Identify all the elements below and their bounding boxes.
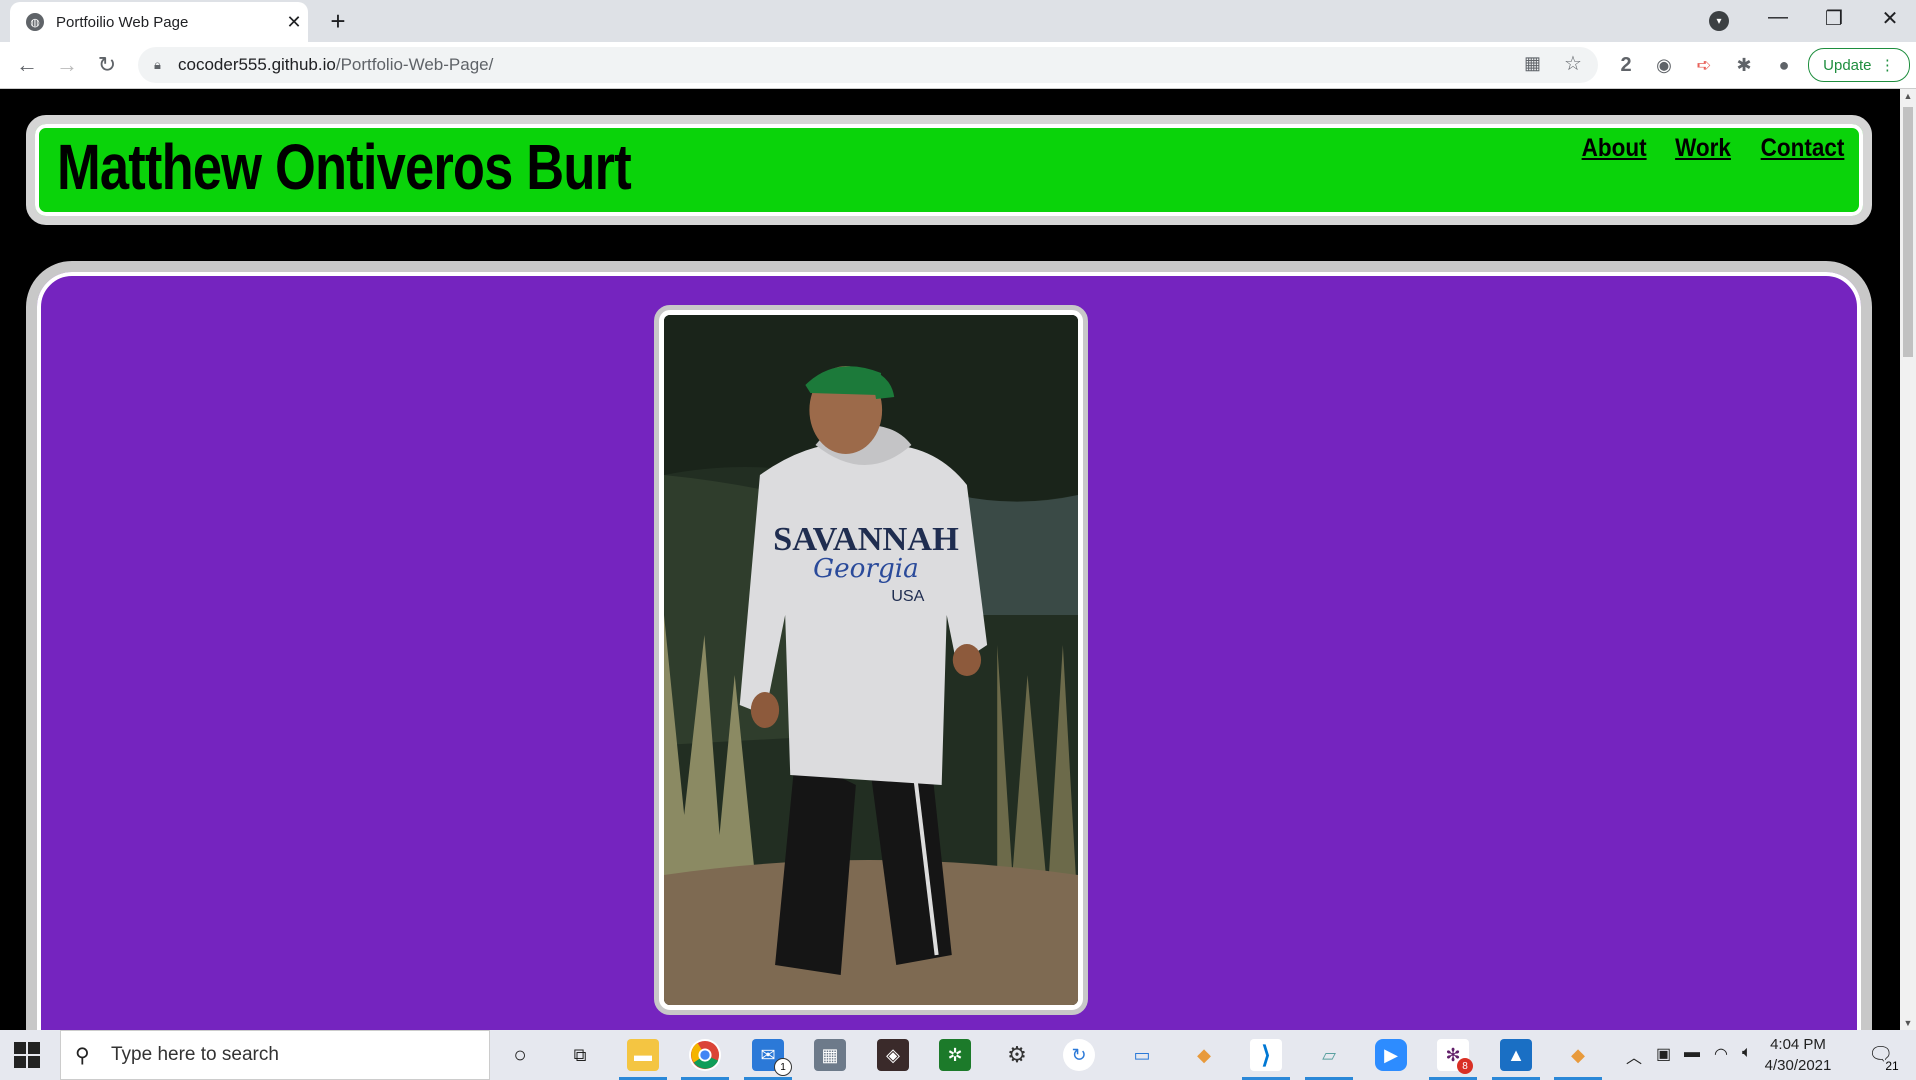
svg-text:USA: USA [891,587,924,605]
nav-work-link[interactable]: Work [1675,134,1731,163]
green-app-icon[interactable]: ✲ [939,1039,971,1071]
calculator-icon[interactable]: ▦ [814,1039,846,1071]
battery-icon[interactable]: ▬ [1684,1044,1700,1062]
file-explorer-icon[interactable]: ▬ [627,1039,659,1071]
update-button[interactable]: Update ⋮ [1808,48,1910,82]
browser-tab[interactable]: ◍ Portfoilio Web Page ✕ [10,2,308,42]
game-app-icon[interactable]: ◈ [877,1039,909,1071]
svg-text:Georgia: Georgia [813,554,919,584]
url-text[interactable]: cocoder555.github.io/Portfolio-Web-Page/ [178,55,493,75]
tab-close-icon[interactable]: ✕ [280,12,308,33]
reload-icon[interactable]: ↻ [92,50,122,80]
extension-badge[interactable]: 2 [1614,53,1638,77]
gem-app-icon[interactable]: ◆ [1188,1039,1220,1071]
page-scrollbar[interactable]: ▲ ▼ [1900,89,1916,1030]
update-label: Update [1823,56,1872,74]
svg-text:SAVANNAH: SAVANNAH [773,521,959,558]
nav-contact-link[interactable]: Contact [1761,134,1845,163]
new-tab-button[interactable]: + [320,6,356,37]
restore-icon[interactable]: ❐ [1814,6,1854,31]
gem-app-2-icon[interactable]: ◆ [1562,1039,1594,1071]
url-path: /Portfolio-Web-Page/ [335,55,494,74]
windows-start-icon[interactable] [14,1042,40,1068]
remote-desktop-icon[interactable]: ▭ [1126,1039,1158,1071]
nav-about-link[interactable]: About [1581,134,1646,163]
back-icon[interactable]: ← [12,50,42,80]
minimize-icon[interactable]: — [1758,6,1798,29]
site-title: Matthew Ontiveros Burt [57,131,632,203]
puzzle-icon[interactable]: ✱ [1732,53,1756,77]
window-close-icon[interactable]: ✕ [1870,6,1910,31]
cortana-icon[interactable]: ○ [504,1039,536,1071]
site-nav: About Work Contact [1578,134,1849,163]
notification-count: 21 [1882,1058,1902,1074]
chrome-logo [690,1040,720,1070]
browser-tab-bar: ◍ Portfoilio Web Page ✕ + ▾ — ❐ ✕ [0,0,1916,42]
bookmark-star-icon[interactable]: ☆ [1564,51,1582,76]
scroll-down-icon[interactable]: ▼ [1900,1018,1916,1028]
volume-icon[interactable]: 🔈︎ [1742,1044,1752,1062]
address-bar[interactable]: 🔒︎ cocoder555.github.io/Portfolio-Web-Pa… [138,47,1598,83]
page-viewport: Matthew Ontiveros Burt About Work Contac… [0,89,1900,1030]
scroll-up-icon[interactable]: ▲ [1900,91,1916,101]
globe-icon: ◍ [26,13,44,31]
profile-avatar-icon[interactable]: ● [1772,53,1796,77]
about-section: SAVANNAH Georgia USA [26,261,1872,1030]
search-icon: ⚲ [75,1044,90,1067]
profile-photo-illustration: SAVANNAH Georgia USA [664,315,1078,1005]
zoom-icon[interactable]: ▶ [1375,1039,1407,1071]
chrome-icon[interactable] [689,1039,721,1071]
tab-title: Portfoilio Web Page [56,13,189,31]
tab-search-icon[interactable]: ▾ [1709,11,1729,31]
sync-app-icon[interactable]: ↻ [1063,1039,1095,1071]
search-placeholder: Type here to search [111,1044,279,1065]
taskbar-search-box[interactable]: ⚲ Type here to search [60,1030,490,1080]
forward-icon[interactable]: → [52,50,82,80]
scrollbar-thumb[interactable] [1903,107,1913,357]
taskbar-clock[interactable]: 4:04 PM 4/30/2021 [1758,1034,1838,1076]
clock-time: 4:04 PM [1770,1036,1826,1053]
slack-badge: 8 [1457,1058,1473,1074]
meet-now-icon[interactable]: ▣ [1656,1044,1671,1064]
windows-taskbar: ⚲ Type here to search ○ ⧉ ▬ ✉ 1 ▦ ◈ ✲ ⚙ … [0,1030,1916,1080]
extension-circle-icon[interactable]: ◉ [1652,53,1676,77]
settings-gear-icon[interactable]: ⚙ [1001,1039,1033,1071]
site-header: Matthew Ontiveros Burt About Work Contac… [26,115,1872,225]
qr-code-icon[interactable]: ▦ [1524,53,1541,74]
vscode-icon[interactable]: ⟩ [1250,1039,1282,1071]
mail-badge: 1 [774,1058,792,1076]
task-view-icon[interactable]: ⧉ [564,1039,596,1071]
wifi-icon[interactable]: ◠ [1714,1044,1728,1064]
lock-icon: 🔒︎ [154,57,161,72]
url-host: cocoder555.github.io [178,55,336,74]
notepad-icon[interactable]: ▱ [1313,1039,1345,1071]
tray-chevron-icon[interactable]: ︿ [1626,1044,1642,1068]
profile-photo: SAVANNAH Georgia USA [664,315,1078,1005]
extension-arrow-icon[interactable]: ➪ [1692,53,1716,77]
browser-toolbar: ← → ↻ 🔒︎ cocoder555.github.io/Portfolio-… [0,42,1916,89]
clock-date: 4/30/2021 [1764,1057,1832,1074]
photos-icon[interactable]: ▲ [1500,1039,1532,1071]
profile-photo-frame: SAVANNAH Georgia USA [654,305,1088,1015]
